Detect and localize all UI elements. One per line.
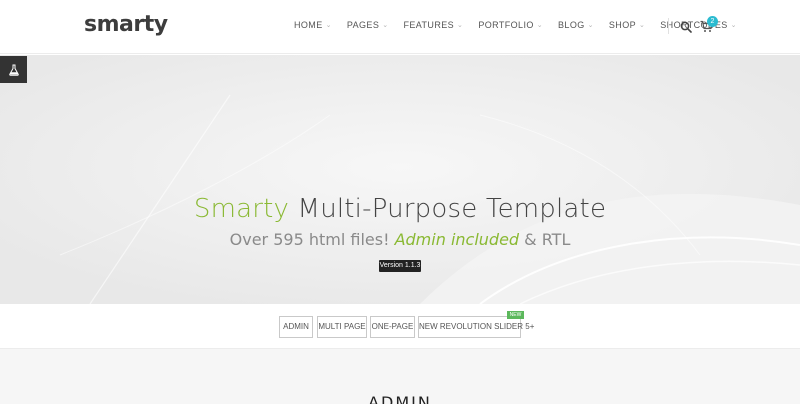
version-badge: Version 1.1.3 <box>379 260 421 272</box>
admin-button[interactable]: ADMIN <box>279 316 313 338</box>
site-header: smarty HOME ⌄ PAGES ⌄ FEATURES ⌄ PORTFOLIO ⌄… <box>0 0 800 54</box>
nav-item-shortcodes[interactable]: SHORTCODES ⌄ <box>660 20 737 30</box>
chevron-down-icon: ⌄ <box>325 22 332 29</box>
chevron-down-icon: ⌄ <box>730 22 737 29</box>
hero-subtitle-accent: Admin included <box>394 230 520 249</box>
nav-item-portfolio[interactable]: PORTFOLIO ⌄ <box>478 20 543 30</box>
nav-item-label: FEATURES <box>403 20 455 30</box>
chevron-down-icon: ⌄ <box>639 22 646 29</box>
hero-banner: Smarty Multi-Purpose Template Over 595 h… <box>0 55 800 304</box>
section-title: ADMIN <box>368 393 432 404</box>
hero-subtitle-pre: Over 595 html files! <box>229 230 395 249</box>
multi-page-button[interactable]: MULTI PAGE <box>317 316 367 338</box>
hero-title-rest: Multi-Purpose Template <box>289 194 607 224</box>
nav-item-features[interactable]: FEATURES ⌄ <box>404 20 464 30</box>
hero-subtitle: Over 595 html files! Admin included & RT… <box>0 230 800 249</box>
admin-section: ADMIN <box>0 349 800 404</box>
nav-item-home[interactable]: HOME ⌄ <box>294 20 332 30</box>
nav-item-label: BLOG <box>558 20 585 30</box>
search-icon[interactable] <box>680 21 692 33</box>
hero-subtitle-post: & RTL <box>519 230 571 249</box>
nav-item-pages[interactable]: PAGES ⌄ <box>347 20 389 30</box>
nav-item-label: SHOP <box>608 20 637 30</box>
chevron-down-icon: ⌄ <box>536 22 544 29</box>
chevron-down-icon: ⌄ <box>382 22 389 29</box>
nav-item-shop[interactable]: SHOP ⌄ <box>609 20 645 30</box>
flask-icon <box>8 64 19 76</box>
nav-divider <box>668 18 669 34</box>
logo[interactable]: smarty <box>84 12 168 37</box>
nav-item-label: PORTFOLIO <box>478 20 534 30</box>
cart-count-badge: 2 <box>707 16 718 27</box>
style-switcher-button[interactable] <box>0 56 27 83</box>
chevron-down-icon: ⌄ <box>457 22 464 29</box>
hero-title: Smarty Multi-Purpose Template <box>0 194 800 224</box>
nav-item-label: HOME <box>294 20 323 30</box>
revolution-slider-button[interactable]: NEW REVOLUTION SLIDER 5+ <box>418 316 534 338</box>
chevron-down-icon: ⌄ <box>587 22 594 29</box>
nav-item-blog[interactable]: BLOG ⌄ <box>558 20 594 30</box>
nav-item-label: PAGES <box>346 20 380 30</box>
demo-buttons-bar: ADMIN MULTI PAGE ONE-PAGE NEW REVOLUTION… <box>0 304 800 349</box>
one-page-button[interactable]: ONE-PAGE <box>370 316 415 338</box>
hero-title-accent: Smarty <box>193 194 290 224</box>
new-badge: NEW <box>507 311 524 319</box>
